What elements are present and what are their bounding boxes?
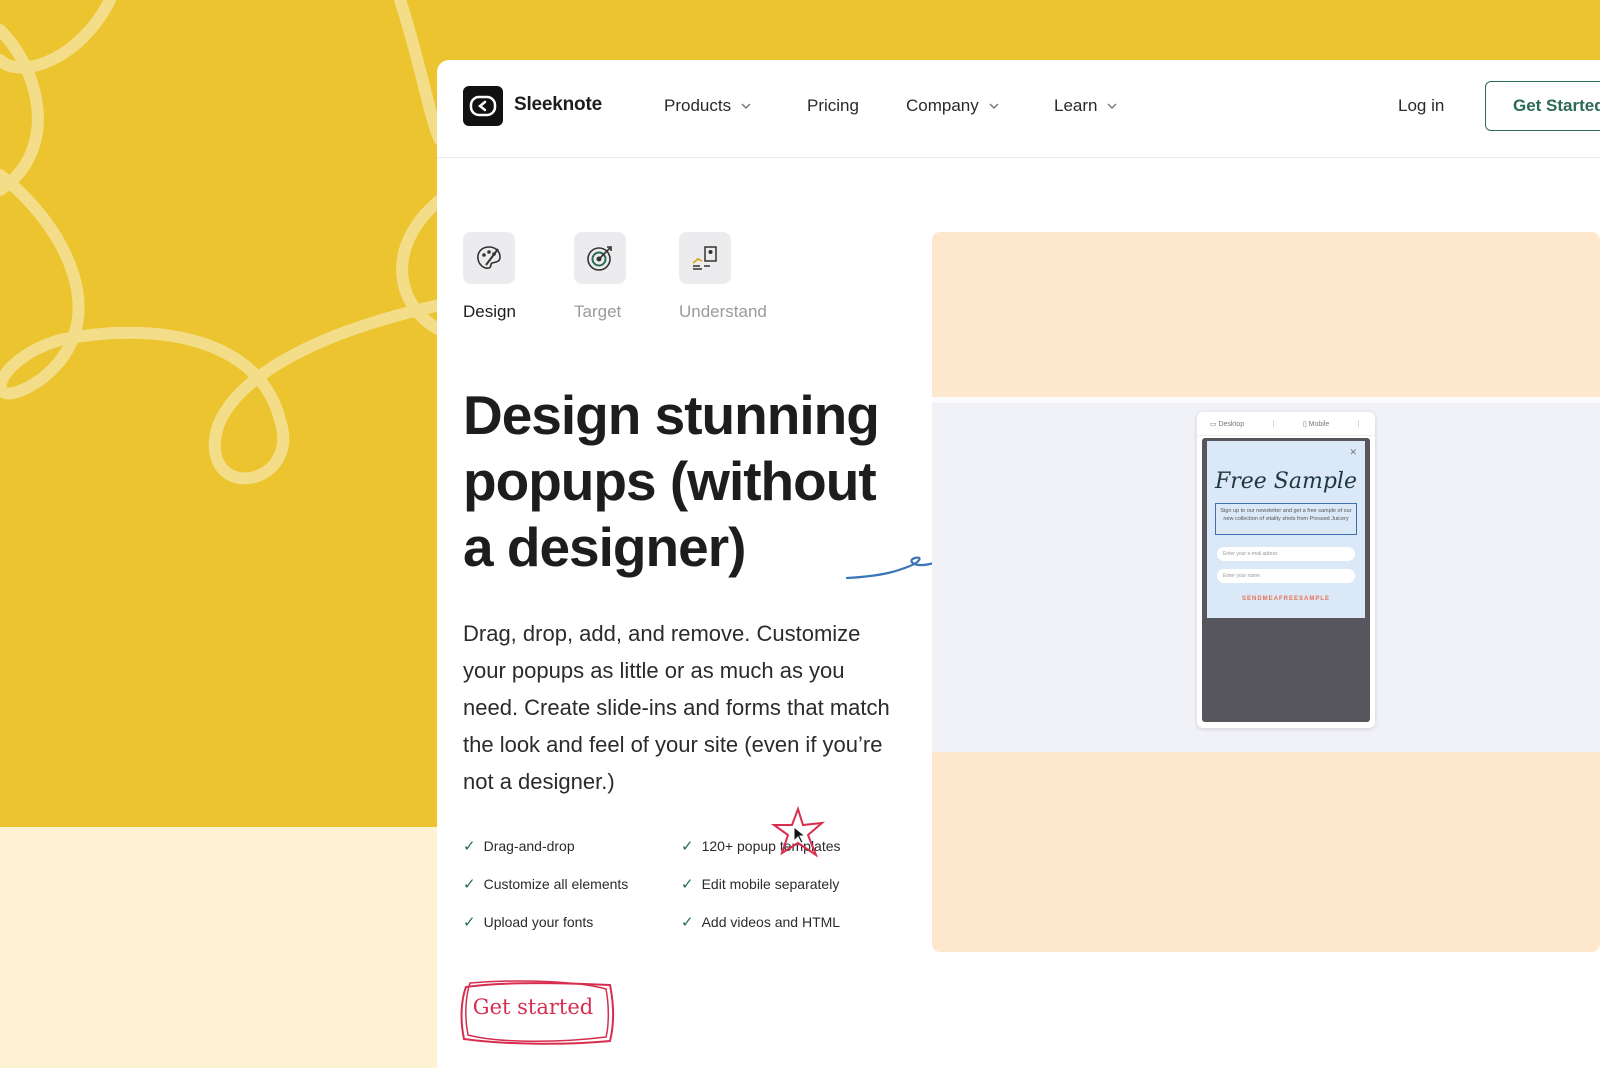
nav-products[interactable]: Products	[664, 96, 751, 116]
brand-name[interactable]: Sleeknote	[514, 94, 602, 116]
check-icon: ✓	[681, 876, 694, 893]
name-field[interactable]: Enter your name	[1217, 569, 1355, 583]
palette-icon	[463, 232, 515, 284]
get-started-nav-button[interactable]: Get Started	[1485, 81, 1600, 131]
nav-pricing[interactable]: Pricing	[807, 96, 859, 116]
device-desktop[interactable]: ▭ Desktop	[1210, 420, 1244, 428]
tab-understand-label: Understand	[679, 302, 767, 321]
tab-target[interactable]: Target	[574, 232, 626, 321]
tab-design-label: Design	[463, 302, 516, 321]
device-toggle: ▭ Desktop ⋮ ▯ Mobile ⋮	[1197, 412, 1375, 436]
nav-learn[interactable]: Learn	[1054, 96, 1117, 116]
mobile-preview: ▭ Desktop ⋮ ▯ Mobile ⋮ ✕ Free Sample Sig…	[1197, 412, 1375, 728]
device-desktop-label: Desktop	[1218, 420, 1245, 428]
sparkle-icon	[770, 805, 828, 866]
hero-headline: Design stunning popups (without a design…	[463, 384, 880, 578]
browser-window: Sleeknote Products Pricing Company Learn…	[437, 60, 1600, 1068]
chevron-down-icon	[989, 103, 999, 109]
hero-description: Drag, drop, add, and remove. Customize y…	[463, 621, 890, 794]
feature-item: ✓ Edit mobile separately	[681, 875, 839, 893]
nav-company-label: Company	[906, 96, 979, 115]
feature-item: ✓ Customize all elements	[463, 875, 628, 893]
login-link[interactable]: Log in	[1398, 96, 1444, 116]
sleeknote-logo-icon[interactable]	[463, 86, 503, 126]
nav-learn-label: Learn	[1054, 96, 1098, 115]
check-icon: ✓	[463, 876, 476, 893]
more-icon[interactable]: ⋮	[1355, 420, 1362, 428]
tab-target-label: Target	[574, 302, 622, 321]
top-nav: Sleeknote Products Pricing Company Learn…	[437, 60, 1600, 158]
more-icon[interactable]: ⋮	[1270, 420, 1277, 428]
chevron-down-icon	[1107, 103, 1117, 109]
feature-item: ✓ Upload your fonts	[463, 913, 593, 931]
phone-screen: ✕ Free Sample Sign up to our newsletter …	[1202, 438, 1370, 722]
close-icon[interactable]: ✕	[1349, 447, 1357, 458]
device-mobile[interactable]: ▯ Mobile	[1303, 420, 1329, 428]
feature-item: ✓ Add videos and HTML	[681, 913, 840, 931]
target-icon	[574, 232, 626, 284]
tab-design[interactable]: Design	[463, 232, 516, 321]
feature-label: Upload your fonts	[483, 914, 594, 930]
popup-preview: ✕ Free Sample Sign up to our newsletter …	[1207, 441, 1365, 618]
check-icon: ✓	[463, 914, 476, 931]
check-icon: ✓	[681, 838, 694, 855]
get-started-button[interactable]: Get started	[458, 975, 614, 1045]
device-mobile-label: Mobile	[1308, 420, 1330, 428]
editor-preview: ▭ Desktop ⋮ ▯ Mobile ⋮ ✕ Free Sample Sig…	[932, 232, 1600, 952]
feature-label: Customize all elements	[483, 876, 629, 892]
check-icon: ✓	[463, 838, 476, 855]
report-icon	[679, 232, 731, 284]
popup-submit-button[interactable]: SENDMEAFREESAMPLE	[1207, 596, 1365, 602]
feature-item: ✓ Drag-and-drop	[463, 837, 575, 855]
cream-panel	[0, 827, 440, 1068]
popup-title: Free Sample	[1214, 469, 1357, 494]
feature-label: Drag-and-drop	[483, 838, 575, 854]
tab-understand[interactable]: Understand	[679, 232, 767, 321]
nav-products-label: Products	[664, 96, 732, 115]
get-started-label: Get started	[472, 995, 594, 1019]
decorative-swirls	[0, 0, 440, 827]
chevron-down-icon	[741, 103, 751, 109]
feature-label: Edit mobile separately	[701, 876, 840, 892]
nav-pricing-label: Pricing	[807, 96, 859, 115]
feature-label: Add videos and HTML	[701, 914, 841, 930]
email-field[interactable]: Enter your e-mail adress	[1217, 547, 1355, 561]
check-icon: ✓	[681, 914, 694, 931]
popup-description: Sign up to our newsletter and get a free…	[1215, 503, 1357, 535]
nav-company[interactable]: Company	[906, 96, 999, 116]
